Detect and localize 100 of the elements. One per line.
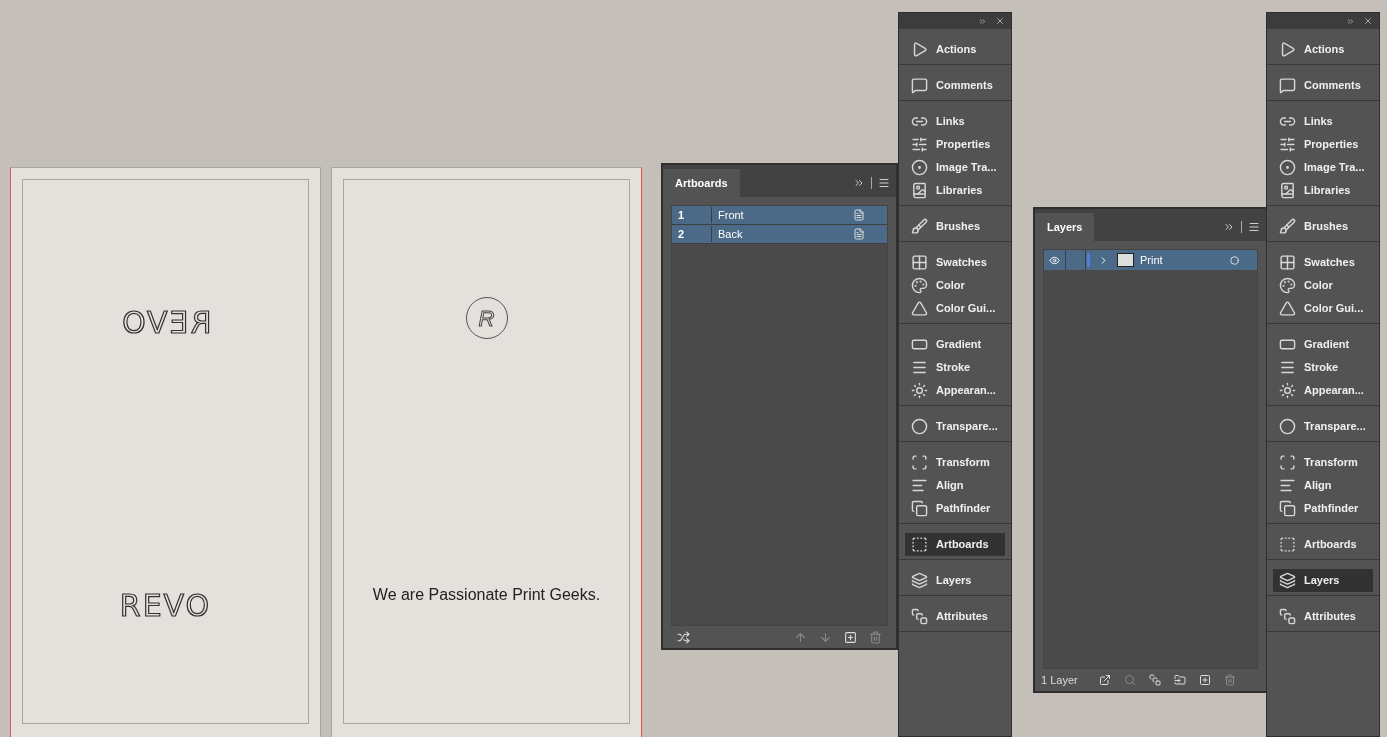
tagline-text: We are Passionate Print Geeks. [372,585,601,605]
dock-item[interactable]: Properties [905,133,1005,156]
dock-item[interactable]: Stroke [1273,356,1373,379]
dock-item[interactable]: Gradient [905,333,1005,356]
play-icon [911,41,928,58]
layer-count: 1 Layer [1041,672,1078,688]
squares-icon [911,608,928,625]
palette-icon [911,277,928,294]
palette-icon [1279,277,1296,294]
dock-item[interactable]: Layers [905,569,1005,592]
menu-icon[interactable] [878,177,890,189]
circle-icon [911,159,928,176]
panel-tab[interactable]: Layers [1035,213,1095,241]
dock-item[interactable]: Links [905,110,1005,133]
panel-tab[interactable]: Artboards [663,169,740,197]
dock-item[interactable]: Transform [1273,451,1373,474]
speech-bubble-icon [911,77,928,94]
layer-thumbnail [1117,253,1134,267]
sun-icon [911,382,928,399]
collapse-icon[interactable] [1346,16,1355,26]
mirrored-logo-text: REVO [119,304,212,342]
menu-icon[interactable] [1248,221,1260,233]
close-icon[interactable] [1363,16,1373,26]
dock-item[interactable]: Swatches [1273,251,1373,274]
dock-item[interactable]: Color Gui... [1273,297,1373,320]
dock-item[interactable]: Appearan... [905,379,1005,402]
logo-text: REVO [119,587,212,625]
dock-item[interactable]: Attributes [905,605,1005,628]
brush-icon [1279,218,1296,235]
dock-item[interactable]: Brushes [1273,215,1373,238]
dock-item[interactable]: Pathfinder [1273,497,1373,520]
dock-item[interactable]: Color [1273,274,1373,297]
dock-item[interactable]: Links [1273,110,1373,133]
rearrange-icon[interactable] [677,630,690,644]
close-icon[interactable] [995,16,1005,26]
circle-icon [1279,418,1296,435]
dock-item[interactable]: Align [905,474,1005,497]
play-icon [1279,41,1296,58]
layers-icon [911,572,928,589]
layer-name: Print [1139,252,1164,268]
dock-item[interactable]: Actions [905,38,1005,61]
dock-item[interactable]: Transpare... [905,415,1005,438]
triangle-icon [911,300,928,317]
dock-item[interactable]: Comments [905,74,1005,97]
dock-item[interactable]: Artboards [1273,533,1373,556]
artboard-number: 2 [672,225,712,243]
dock-item[interactable]: Layers [1273,569,1373,592]
dock-item[interactable]: Pathfinder [905,497,1005,520]
dock-item[interactable]: Libraries [1273,179,1373,202]
dock-item[interactable]: Attributes [1273,605,1373,628]
collapse-icon[interactable] [853,177,865,189]
layer-row[interactable]: Print [1044,250,1257,270]
target-circle-icon[interactable] [1230,255,1239,265]
dock-item[interactable]: Appearan... [1273,379,1373,402]
layers-icon [1279,572,1296,589]
dashed-square-icon [911,454,928,471]
sun-icon [1279,382,1296,399]
artboard-name: Front [717,207,745,223]
dock-item[interactable]: Swatches [905,251,1005,274]
dock-item[interactable]: Libraries [905,179,1005,202]
squares-icon [1279,608,1296,625]
lines-icon [1279,359,1296,376]
circle-icon [1279,159,1296,176]
page-icon[interactable] [853,228,865,240]
dock-item[interactable]: Color [905,274,1005,297]
dock-item[interactable]: Transform [905,451,1005,474]
dock-item[interactable]: Comments [1273,74,1373,97]
dashed-square-icon [1279,454,1296,471]
dock-item[interactable]: Align [1273,474,1373,497]
dock-item[interactable]: Stroke [905,356,1005,379]
collapse-icon[interactable] [1223,221,1235,233]
dock-item[interactable]: Image Tra... [1273,156,1373,179]
align-left-icon [911,477,928,494]
collapse-icon[interactable] [978,16,987,26]
dock-item[interactable]: Properties [1273,133,1373,156]
sliders-icon [911,136,928,153]
overlapping-squares-icon [911,500,928,517]
artboard-row[interactable]: 1 Front [672,206,887,225]
page-icon[interactable] [853,209,865,221]
new-layer-icon[interactable] [1198,674,1211,686]
speech-bubble-icon [1279,77,1296,94]
dock-item[interactable]: Color Gui... [905,297,1005,320]
triangle-icon [1279,300,1296,317]
grid-icon [911,254,928,271]
sliders-icon [1279,136,1296,153]
artboard-number: 1 [672,206,712,224]
export-icon[interactable] [1098,674,1111,686]
circle-icon [911,418,928,435]
visibility-eye-icon[interactable] [1049,254,1060,266]
dock-item[interactable]: Actions [1273,38,1373,61]
dock-item[interactable]: Image Tra... [905,156,1005,179]
dock-item[interactable]: Gradient [1273,333,1373,356]
dock-item[interactable]: Brushes [905,215,1005,238]
new-artboard-icon[interactable] [844,630,857,644]
artboard-row[interactable]: 2 Back [672,225,887,244]
dock-item[interactable]: Artboards [905,533,1005,556]
lines-icon [911,359,928,376]
overlapping-squares-icon [1279,500,1296,517]
brush-icon [911,218,928,235]
dock-item[interactable]: Transpare... [1273,415,1373,438]
